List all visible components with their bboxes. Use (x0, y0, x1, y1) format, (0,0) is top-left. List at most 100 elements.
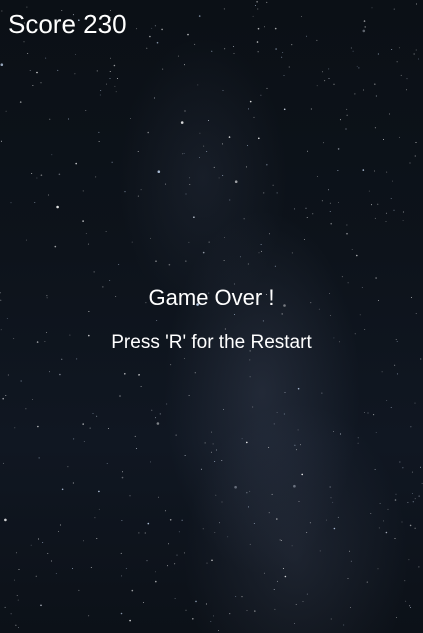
star (38, 538, 40, 540)
star (393, 8, 395, 10)
star (411, 471, 413, 473)
star (177, 55, 179, 57)
star (157, 170, 161, 173)
star (319, 550, 321, 552)
star (3, 462, 4, 464)
star (306, 216, 308, 218)
star (414, 402, 416, 404)
star (18, 569, 20, 571)
star (72, 482, 74, 484)
star (394, 499, 397, 501)
star (257, 8, 259, 10)
star (276, 580, 278, 582)
star (187, 33, 189, 36)
star (321, 200, 323, 202)
star (218, 629, 219, 631)
star (223, 8, 225, 10)
star (184, 64, 185, 66)
star (27, 53, 29, 55)
star (274, 27, 277, 30)
star (409, 162, 411, 164)
star (229, 613, 231, 615)
star (234, 180, 238, 183)
star (149, 35, 151, 38)
star (228, 136, 231, 138)
star (233, 52, 235, 54)
star (283, 108, 286, 111)
star (281, 313, 284, 315)
star (138, 532, 140, 534)
star (15, 552, 17, 554)
star (349, 606, 351, 608)
star (98, 140, 100, 142)
star (129, 495, 131, 497)
star (329, 202, 331, 204)
star (185, 193, 187, 195)
star (339, 433, 341, 435)
star (254, 4, 256, 6)
star (149, 237, 151, 239)
star (100, 89, 102, 91)
star (291, 252, 293, 254)
star (268, 446, 269, 448)
star (396, 61, 398, 63)
star (25, 239, 27, 241)
star (114, 85, 116, 87)
star (42, 542, 44, 544)
game-screen[interactable]: Score 230 Game Over ! Press 'R' for the … (0, 0, 423, 633)
star (328, 189, 329, 191)
star (234, 485, 237, 489)
star (113, 64, 116, 67)
star (155, 580, 157, 583)
star (375, 95, 377, 97)
star (310, 108, 312, 110)
star (373, 414, 375, 416)
star (337, 148, 340, 150)
star (346, 108, 348, 110)
star (174, 563, 176, 565)
star (156, 41, 159, 44)
star (19, 101, 22, 103)
star (350, 560, 352, 562)
star (346, 224, 348, 226)
star (124, 191, 126, 193)
star (409, 605, 411, 607)
star (185, 260, 187, 262)
star (32, 85, 34, 86)
star (208, 241, 210, 243)
star (58, 173, 61, 176)
star (150, 461, 151, 463)
star (131, 589, 134, 592)
star (93, 271, 95, 273)
star (368, 190, 370, 192)
star (239, 256, 241, 258)
star (20, 380, 22, 382)
star (106, 463, 108, 464)
star (252, 406, 254, 408)
star (213, 166, 215, 168)
star (61, 358, 63, 360)
star (82, 220, 84, 222)
star (298, 500, 300, 502)
star (202, 251, 205, 254)
star (383, 520, 384, 522)
star (281, 56, 283, 58)
star (414, 498, 416, 500)
star (181, 519, 183, 521)
star (245, 166, 247, 168)
star (211, 431, 213, 433)
star (67, 466, 69, 468)
star (211, 50, 213, 52)
star (402, 467, 404, 469)
star (82, 423, 84, 425)
star (98, 131, 100, 133)
star (165, 183, 167, 185)
star (398, 136, 400, 138)
star (37, 425, 39, 428)
star (47, 552, 49, 554)
star (247, 144, 248, 146)
star (249, 100, 252, 103)
star (379, 502, 381, 504)
star (235, 596, 237, 598)
star (14, 427, 16, 429)
